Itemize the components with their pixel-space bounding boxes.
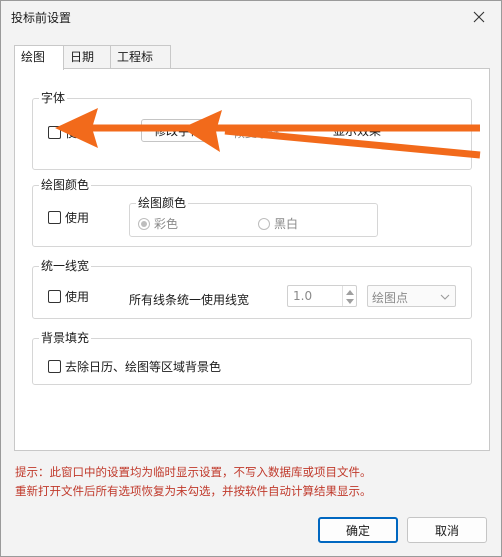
cancel-label: 取消 xyxy=(434,523,459,538)
radio-dot[interactable] xyxy=(138,217,150,230)
checkbox-box[interactable] xyxy=(48,290,61,303)
line-unit-select[interactable]: 绘图点 xyxy=(367,285,456,307)
radio-bw[interactable]: 黑白 xyxy=(258,215,298,232)
tab-project-ruler[interactable]: 工程标尺 xyxy=(110,45,171,86)
tab-label: 绘图 xyxy=(21,50,46,64)
background-group-title: 背景填充 xyxy=(39,330,92,346)
line-width-value: 1.0 xyxy=(293,289,313,303)
close-button[interactable] xyxy=(457,1,501,33)
spinner-arrows[interactable] xyxy=(342,286,356,306)
font-use-label: 使用 xyxy=(65,126,90,140)
chevron-down-icon xyxy=(440,294,450,300)
close-icon xyxy=(473,11,485,23)
tab-label: 日期 xyxy=(70,50,95,64)
modify-font-label: 修改字体 xyxy=(153,124,202,138)
remove-background-label: 去除日历、绘图等区域背景色 xyxy=(65,360,222,374)
window-title: 投标前设置 xyxy=(11,11,72,25)
checkbox-box[interactable] xyxy=(48,360,61,373)
tab-date[interactable]: 日期 xyxy=(63,45,111,69)
line-width-title: 统一线宽 xyxy=(39,258,92,274)
remove-background-checkbox[interactable]: 去除日历、绘图等区域背景色 xyxy=(48,358,221,375)
modify-font-button[interactable]: 修改字体 xyxy=(141,119,215,142)
color-use-checkbox[interactable]: 使用 xyxy=(48,209,89,226)
spinner-up-icon[interactable] xyxy=(346,290,354,295)
ok-button[interactable]: 确定 xyxy=(318,517,398,543)
color-use-label: 使用 xyxy=(65,211,90,225)
line-width-spinner[interactable]: 1.0 xyxy=(287,285,357,307)
tab-drawing[interactable]: 绘图 xyxy=(14,45,64,70)
color-inner-title: 绘图颜色 xyxy=(136,195,189,211)
note-line-1: 提示：此窗口中的设置均为临时显示设置，不写入数据库或项目文件。 xyxy=(15,465,372,479)
settings-dialog: 投标前设置 绘图 日期 工程标尺 字体 使用 修改字体 恢 xyxy=(0,0,502,557)
radio-bw-label: 黑白 xyxy=(274,217,299,231)
line-unit-value: 绘图点 xyxy=(372,291,409,305)
font-group-title: 字体 xyxy=(39,90,68,106)
restore-font-label[interactable]: 恢复字体 xyxy=(233,124,281,141)
radio-color[interactable]: 彩色 xyxy=(138,215,178,232)
color-group: 绘图颜色 使用 绘图颜色 彩色 黑白 xyxy=(32,177,472,247)
note-line-2: 重新打开文件后所有选项恢复为未勾选，并按软件自动计算结果显示。 xyxy=(15,484,372,498)
tab-panel-drawing: 字体 使用 修改字体 恢复字体 显示效果 绘图颜色 使用 绘图颜色 彩色 黑白 … xyxy=(14,68,490,451)
font-group: 字体 使用 修改字体 恢复字体 显示效果 xyxy=(32,90,472,170)
radio-dot[interactable] xyxy=(258,217,270,230)
title-bar: 投标前设置 xyxy=(1,1,501,33)
checkbox-box[interactable] xyxy=(48,211,61,224)
cancel-button[interactable]: 取消 xyxy=(407,517,487,543)
background-group: 背景填充 去除日历、绘图等区域背景色 xyxy=(32,330,472,385)
radio-color-label: 彩色 xyxy=(154,217,179,231)
checkbox-box[interactable] xyxy=(48,126,61,139)
font-preview-label: 显示效果 xyxy=(333,124,382,138)
line-width-group: 统一线宽 使用 所有线条统一使用线宽 1.0 绘图点 xyxy=(32,258,472,319)
color-group-title: 绘图颜色 xyxy=(39,177,92,193)
line-width-use-checkbox[interactable]: 使用 xyxy=(48,288,89,305)
line-width-use-label: 使用 xyxy=(65,290,90,304)
font-use-checkbox[interactable]: 使用 xyxy=(48,124,89,141)
color-inner-group: 绘图颜色 彩色 黑白 xyxy=(129,195,378,237)
line-width-label: 所有线条统一使用线宽 xyxy=(129,293,250,307)
spinner-down-icon[interactable] xyxy=(346,299,354,304)
ok-label: 确定 xyxy=(345,523,370,538)
